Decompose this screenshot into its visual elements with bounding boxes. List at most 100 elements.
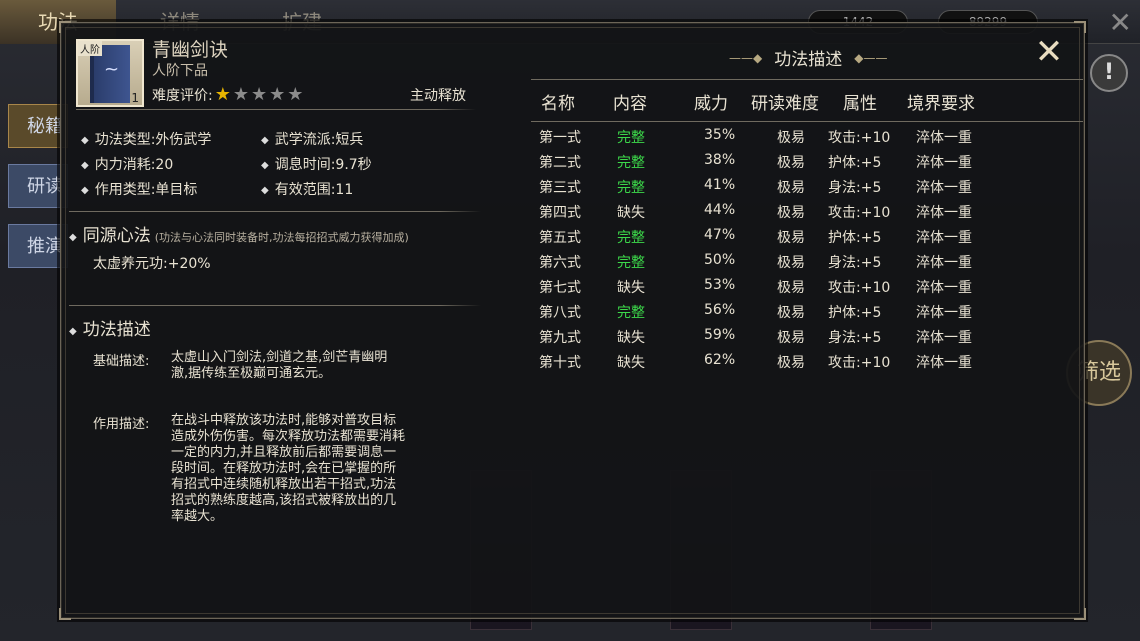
effect-desc-text: 在战斗中释放该功法时,能够对普攻目标 造成外伤伤害。每次释放功法都需要消耗 一定… [171,413,406,524]
col-header-power: 威力 [694,94,728,114]
row-power: 53% [704,277,736,293]
row-content: 完整 [617,230,645,246]
skill-item-slot[interactable]: ~ 人阶 1 [76,39,144,107]
skill-name: 青幽剑诀 [152,39,229,61]
row-requirement: 淬体一重 [916,205,972,221]
row-content: 缺失 [617,205,645,221]
attr-school: ◆ 武学流派:短兵 [261,132,364,148]
col-header-requirement: 境界要求 [907,94,975,114]
row-attribute: 身法:+5 [828,255,882,271]
release-type: 主动释放 [410,88,466,104]
background-close-icon[interactable]: ✕ [1109,6,1132,39]
item-count: 1 [131,91,139,105]
info-icon[interactable]: ! [1090,54,1128,92]
col-header-attribute: 属性 [843,94,877,114]
row-power: 56% [704,302,736,318]
row-name: 第五式 [539,230,581,246]
synergy-note: (功法与心法同时装备时,功法每招招式威力获得加成) [154,231,409,244]
row-difficulty: 极易 [777,255,805,271]
row-requirement: 淬体一重 [916,330,972,346]
row-content: 缺失 [617,355,645,371]
row-name: 第八式 [539,305,581,321]
effect-desc-label: 作用描述: [93,417,150,432]
row-attribute: 攻击:+10 [828,355,891,371]
basic-desc-text: 太虚山入门剑法,剑道之基,剑芒青幽明 澈,据传练至极巅可通玄元。 [171,350,388,381]
col-header-name: 名称 [541,94,575,114]
difficulty-rating: 难度评价: ★ ★ ★ ★ ★ [152,85,303,105]
row-difficulty: 极易 [777,130,805,146]
row-name: 第四式 [539,205,581,221]
divider [531,121,1083,122]
row-attribute: 护体:+5 [828,155,882,171]
synergy-title: ◆ 同源心法 (功法与心法同时装备时,功法每招招式威力获得加成) [69,226,409,246]
close-icon[interactable]: ✕ [1032,35,1066,71]
row-power: 38% [704,152,736,168]
row-power: 47% [704,227,736,243]
row-requirement: 淬体一重 [916,280,972,296]
col-header-content: 内容 [613,94,647,114]
row-name: 第一式 [539,130,581,146]
row-name: 第九式 [539,330,581,346]
row-difficulty: 极易 [777,280,805,296]
row-attribute: 攻击:+10 [828,280,891,296]
description-title: ◆ 功法描述 [69,320,151,340]
row-name: 第二式 [539,155,581,171]
star-filled-icon: ★ [214,84,231,105]
row-content: 完整 [617,255,645,271]
attr-mp-cost: ◆ 内力消耗:20 [81,157,174,173]
row-requirement: 淬体一重 [916,130,972,146]
row-attribute: 身法:+5 [828,180,882,196]
row-requirement: 淬体一重 [916,180,972,196]
divider [69,305,481,306]
row-difficulty: 极易 [777,155,805,171]
row-difficulty: 极易 [777,355,805,371]
row-difficulty: 极易 [777,180,805,196]
row-power: 50% [704,252,736,268]
divider [69,211,481,212]
star-empty-icon: ★ [287,84,304,105]
row-name: 第六式 [539,255,581,271]
difficulty-stars: ★ ★ ★ ★ ★ [215,86,304,104]
row-content: 完整 [617,305,645,321]
row-content: 完整 [617,155,645,171]
right-panel-header: ——◆ 功法描述 ◆—— [729,45,887,70]
right-panel-title: 功法描述 [774,50,843,70]
side-button-manuals[interactable]: 秘籍 [8,104,68,148]
skill-detail-modal: ✕ ~ 人阶 1 青幽剑诀 人阶下品 难度评价: ★ ★ ★ ★ ★ 主动释放 ◆ 功法类… [59,21,1086,620]
side-button-deduce[interactable]: 推演 [8,224,68,268]
row-difficulty: 极易 [777,205,805,221]
skill-grade: 人阶下品 [152,63,208,79]
basic-desc-label: 基础描述: [93,354,150,369]
row-power: 35% [704,127,736,143]
row-power: 59% [704,327,736,343]
row-requirement: 淬体一重 [916,355,972,371]
row-attribute: 身法:+5 [828,330,882,346]
row-difficulty: 极易 [777,230,805,246]
side-button-study[interactable]: 研读 [8,164,68,208]
row-content: 完整 [617,130,645,146]
row-power: 41% [704,177,736,193]
row-name: 第七式 [539,280,581,296]
row-content: 完整 [617,180,645,196]
row-requirement: 淬体一重 [916,255,972,271]
row-name: 第三式 [539,180,581,196]
attr-cooldown: ◆ 调息时间:9.7秒 [261,157,372,173]
star-empty-icon: ★ [269,84,286,105]
attr-skill-type: ◆ 功法类型:外伤武学 [81,132,212,148]
row-attribute: 攻击:+10 [828,130,891,146]
row-content: 缺失 [617,280,645,296]
divider [531,79,1083,80]
row-requirement: 淬体一重 [916,155,972,171]
attr-range: ◆ 有效范围:11 [261,182,354,198]
row-attribute: 护体:+5 [828,230,882,246]
row-name: 第十式 [539,355,581,371]
row-power: 44% [704,202,736,218]
row-content: 缺失 [617,330,645,346]
row-difficulty: 极易 [777,305,805,321]
difficulty-label: 难度评价: [152,88,213,104]
row-difficulty: 极易 [777,330,805,346]
row-requirement: 淬体一重 [916,305,972,321]
row-requirement: 淬体一重 [916,230,972,246]
synergy-bonus: 太虚养元功:+20% [93,256,211,272]
row-attribute: 攻击:+10 [828,205,891,221]
